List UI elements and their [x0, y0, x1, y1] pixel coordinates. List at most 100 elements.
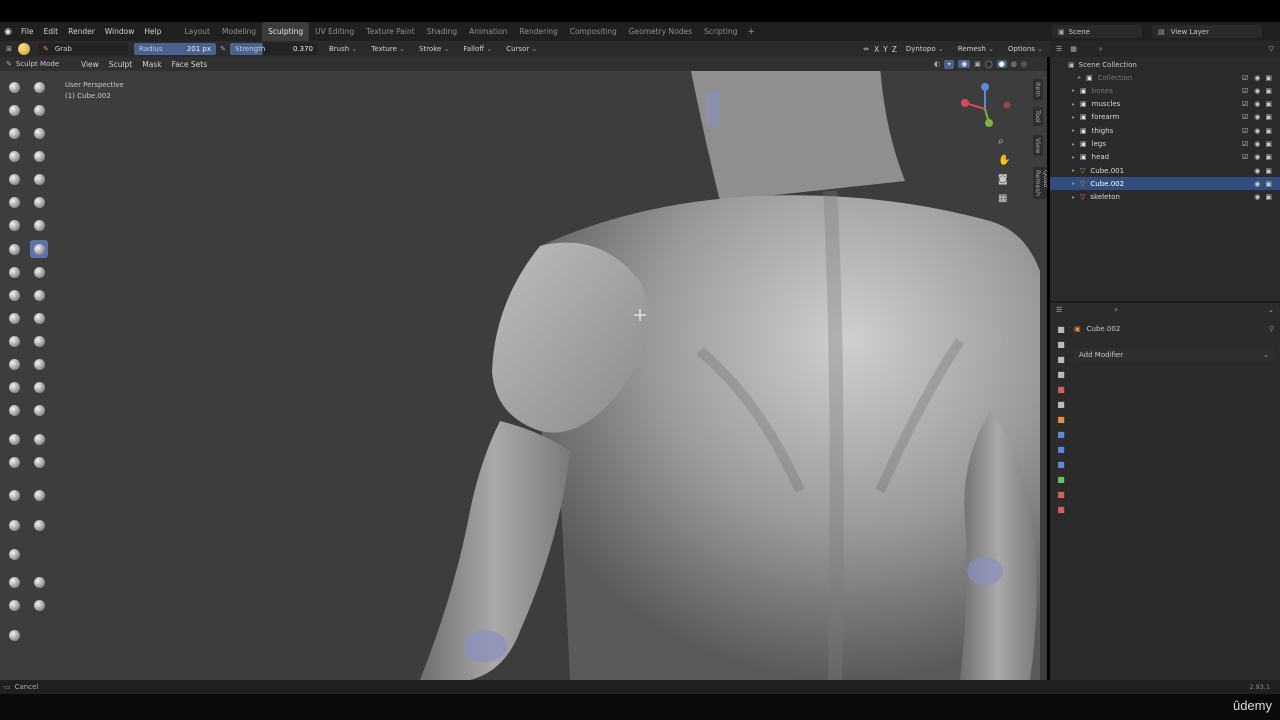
cursor-menu[interactable]: Cursor — [499, 45, 544, 53]
outliner-row-skeleton[interactable]: ▸ ▽ skeleton ◉ ▣ — [1050, 191, 1280, 204]
camera-icon[interactable]: ▣ — [1265, 193, 1272, 201]
3d-viewport[interactable]: User Perspective (1) Cube.002 ⌕ ✋ ◙ ▦ It… — [0, 71, 1047, 680]
sculpt-brush-tool-13-icon[interactable] — [5, 216, 23, 234]
sculpt-brush-tool-43-icon[interactable] — [30, 596, 48, 614]
properties-search-icon[interactable]: ⌕ — [1114, 306, 1118, 315]
expand-arrow-icon[interactable]: ▸ — [1072, 101, 1075, 108]
outliner-row-cube-001[interactable]: ▸ ▽ Cube.001 ◉ ▣ — [1050, 164, 1280, 177]
outliner-row-cube-002[interactable]: ▸ ▽ Cube.002 ◉ ▣ — [1050, 177, 1280, 191]
properties-tab-4-icon[interactable]: ■ — [1057, 370, 1065, 379]
outliner-row-head[interactable]: ▸ ▣ head ☑ ◉ ▣ — [1050, 151, 1280, 164]
strength-field[interactable]: Strength 0.370 — [230, 43, 318, 55]
header-menu-face-sets[interactable]: Face Sets — [167, 60, 213, 69]
scene-selector[interactable]: ▣ Scene — [1052, 25, 1142, 38]
checkbox-icon[interactable]: ☑ — [1242, 87, 1248, 95]
outliner-row-legs[interactable]: ▸ ▣ legs ☑ ◉ ▣ — [1050, 138, 1280, 151]
filter-icon[interactable]: ▽ — [1269, 45, 1274, 53]
camera-icon[interactable]: ▣ — [1265, 100, 1272, 108]
checkbox-icon[interactable]: ☑ — [1242, 100, 1248, 108]
expand-arrow-icon[interactable]: ▸ — [1072, 194, 1075, 201]
visibility-eye-icon[interactable]: ◉ — [1254, 153, 1260, 161]
menu-edit[interactable]: Edit — [39, 27, 64, 36]
sculpt-brush-tool-2-icon[interactable] — [30, 78, 48, 96]
properties-tab-6-icon[interactable]: ■ — [1057, 400, 1065, 409]
visibility-eye-icon[interactable]: ◉ — [1254, 100, 1260, 108]
header-menu-sculpt[interactable]: Sculpt — [104, 60, 137, 69]
workspace-tab-modeling[interactable]: Modeling — [216, 22, 262, 41]
expand-arrow-icon[interactable]: ▸ — [1072, 180, 1075, 187]
sculpt-brush-tool-23-icon[interactable] — [5, 332, 23, 350]
sculpt-brush-tool-25-icon[interactable] — [5, 355, 23, 373]
sculpt-brush-tool-22-icon[interactable] — [30, 309, 48, 327]
overlay-toggle-icon[interactable]: ◉ — [958, 60, 971, 68]
expand-arrow-icon[interactable]: ▸ — [1078, 74, 1081, 81]
gizmo-toggle-icon[interactable]: ⌖ — [944, 59, 955, 69]
camera-icon[interactable]: ▣ — [1265, 140, 1272, 148]
sculpt-brush-tool-34-icon[interactable] — [30, 453, 48, 471]
tab-quad-remesh[interactable]: Quad Remesh — [1033, 167, 1047, 200]
expand-arrow-icon[interactable]: ▸ — [1072, 114, 1075, 121]
properties-tab-5-icon[interactable]: ■ — [1057, 385, 1065, 394]
checkbox-icon[interactable]: ☑ — [1242, 153, 1248, 161]
workspace-tab-animation[interactable]: Animation — [463, 22, 513, 41]
properties-tab-11-icon[interactable]: ■ — [1057, 475, 1065, 484]
material-shading-icon[interactable]: ◍ — [1011, 60, 1017, 68]
expand-arrow-icon[interactable]: ▸ — [1072, 167, 1075, 174]
sculpt-brush-tool-39-icon[interactable] — [5, 545, 23, 563]
camera-icon[interactable]: ▣ — [1265, 127, 1272, 135]
properties-tab-12-icon[interactable]: ■ — [1057, 490, 1065, 499]
outliner-row-thighs[interactable]: ▸ ▣ thighs ☑ ◉ ▣ — [1050, 124, 1280, 137]
tool-right-remesh[interactable]: Remesh — [951, 45, 1001, 53]
texture-menu[interactable]: Texture — [364, 45, 412, 53]
add-modifier-button[interactable]: Add Modifier ⌄ — [1074, 348, 1274, 361]
sculpt-brush-tool-14-icon[interactable] — [30, 216, 48, 234]
camera-icon[interactable]: ▣ — [1265, 153, 1272, 161]
workspace-tab-rendering[interactable]: Rendering — [513, 22, 563, 41]
properties-editor-icon[interactable]: ☰ — [1056, 306, 1062, 314]
expand-arrow-icon[interactable]: ▸ — [1072, 127, 1075, 134]
outliner-row-forearm[interactable]: ▸ ▣ forearm ☑ ◉ ▣ — [1050, 111, 1280, 124]
brush-preview-icon[interactable] — [18, 43, 30, 55]
expand-arrow-icon[interactable]: ▸ — [1072, 141, 1075, 148]
visibility-eye-icon[interactable]: ◉ — [1254, 113, 1260, 121]
camera-icon[interactable]: ▣ — [1265, 74, 1272, 82]
sculpt-brush-tool-38-icon[interactable] — [30, 516, 48, 534]
sculpt-brush-tool-9-icon[interactable] — [5, 170, 23, 188]
camera-icon[interactable]: ▣ — [1265, 113, 1272, 121]
visibility-eye-icon[interactable]: ◉ — [1254, 193, 1260, 201]
falloff-menu[interactable]: Falloff — [456, 45, 499, 53]
sculpt-brush-tool-27-icon[interactable] — [5, 378, 23, 396]
sculpt-brush-tool-18-icon[interactable] — [30, 263, 48, 281]
sculpt-brush-tool-17-icon[interactable] — [5, 263, 23, 281]
radius-pressure-icon[interactable]: ✎ — [216, 45, 230, 53]
sculpt-brush-tool-44-icon[interactable] — [5, 626, 23, 644]
outliner-row-bones[interactable]: ▸ ▣ bones ☑ ◉ ▣ — [1050, 84, 1280, 97]
workspace-tab-shading[interactable]: Shading — [421, 22, 463, 41]
expand-arrow-icon[interactable]: ▸ — [1072, 87, 1075, 94]
workspace-tab-compositing[interactable]: Compositing — [564, 22, 623, 41]
visibility-eye-icon[interactable]: ◉ — [1254, 167, 1260, 175]
menu-help[interactable]: Help — [139, 27, 166, 36]
menu-render[interactable]: Render — [63, 27, 100, 36]
camera-icon[interactable]: ▣ — [1265, 167, 1272, 175]
sculpt-brush-tool-33-icon[interactable] — [5, 453, 23, 471]
scene-collection-row[interactable]: ▣ Scene Collection — [1050, 58, 1280, 71]
ortho-grid-icon[interactable]: ▦ — [998, 193, 1010, 204]
header-menu-view[interactable]: View — [76, 60, 104, 69]
sculpt-brush-tool-20-icon[interactable] — [30, 286, 48, 304]
visibility-eye-icon[interactable]: ◉ — [1254, 127, 1260, 135]
camera-view-icon[interactable]: ◙ — [998, 174, 1010, 185]
blender-logo-icon[interactable]: ◉ — [0, 27, 16, 37]
sculpt-brush-tool-11-icon[interactable] — [5, 193, 23, 211]
sculpt-brush-tool-16-icon[interactable] — [30, 240, 48, 258]
wireframe-shading-icon[interactable]: ◯ — [985, 60, 993, 68]
mode-selector[interactable]: ✎ Sculpt Mode — [0, 60, 76, 68]
sculpt-brush-tool-42-icon[interactable] — [5, 596, 23, 614]
sculpt-brush-tool-19-icon[interactable] — [5, 286, 23, 304]
sculpt-brush-tool-5-icon[interactable] — [5, 124, 23, 142]
outliner-row-muscles[interactable]: ▸ ▣ muscles ☑ ◉ ▣ — [1050, 98, 1280, 111]
checkbox-icon[interactable]: ☑ — [1242, 127, 1248, 135]
properties-tab-1-icon[interactable]: ■ — [1057, 325, 1065, 334]
sculpt-brush-tool-10-icon[interactable] — [30, 170, 48, 188]
workspace-tab-texture-paint[interactable]: Texture Paint — [360, 22, 420, 41]
